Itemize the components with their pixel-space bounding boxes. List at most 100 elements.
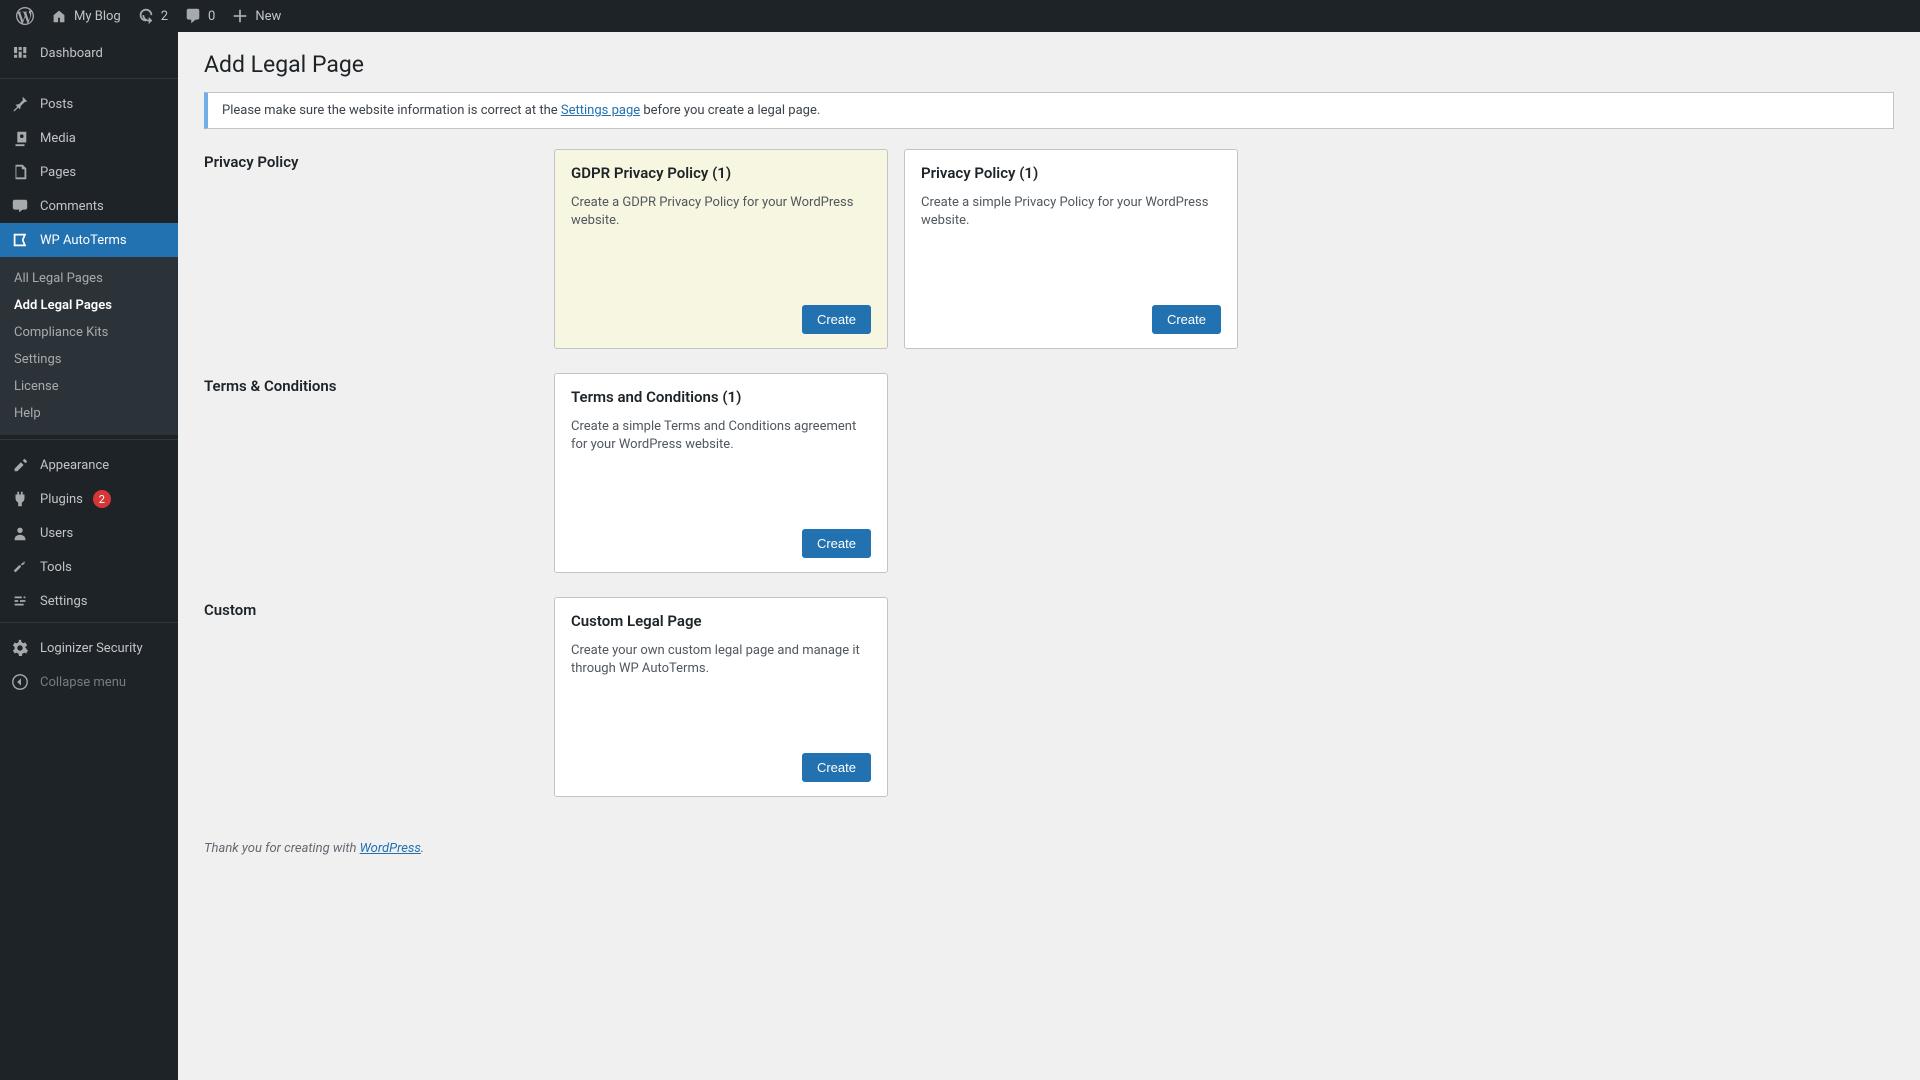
submenu-settings[interactable]: Settings (0, 346, 178, 373)
menu-pages[interactable]: Pages (0, 155, 178, 189)
collapse-icon (10, 673, 30, 691)
settings-icon (10, 592, 30, 610)
settings-page-link[interactable]: Settings page (561, 103, 640, 118)
card-description: Create a simple Privacy Policy for your … (921, 194, 1221, 289)
menu-wp-autoterms[interactable]: WP AutoTerms (0, 223, 178, 257)
card-actions: Create (571, 753, 871, 782)
submenu-add-legal[interactable]: Add Legal Pages (0, 292, 178, 319)
submenu-all-legal[interactable]: All Legal Pages (0, 265, 178, 292)
menu-users-label: Users (40, 526, 73, 541)
submenu-compliance[interactable]: Compliance Kits (0, 319, 178, 346)
card-title: Privacy Policy (1) (921, 164, 1221, 182)
comments-count: 0 (208, 9, 215, 24)
page-title: Add Legal Page (204, 42, 1894, 82)
menu-pages-label: Pages (40, 165, 76, 180)
menu-media-label: Media (40, 131, 76, 146)
admin-toolbar: My Blog 2 0 New (0, 0, 1920, 32)
legal-card: GDPR Privacy Policy (1) Create a GDPR Pri… (554, 149, 888, 349)
menu-comments[interactable]: Comments (0, 189, 178, 223)
menu-plugins[interactable]: Plugins 2 (0, 482, 178, 516)
section-label: Custom (204, 597, 554, 811)
menu-plugins-label: Plugins (40, 492, 83, 507)
menu-posts-label: Posts (40, 97, 73, 112)
card-title: Terms and Conditions (1) (571, 388, 871, 406)
pin-icon (10, 95, 30, 113)
submenu-license[interactable]: License (0, 373, 178, 400)
notice-text-post: before you create a legal page. (640, 103, 820, 118)
comments-icon (184, 7, 202, 25)
menu-comments-label: Comments (40, 199, 104, 214)
site-name-item[interactable]: My Blog (42, 0, 129, 32)
footer-pre: Thank you for creating with (204, 841, 360, 856)
comment-icon (10, 197, 30, 215)
gear-icon (10, 639, 30, 657)
new-label: New (255, 9, 281, 24)
menu-loginizer[interactable]: Loginizer Security (0, 631, 178, 665)
home-icon (50, 7, 68, 25)
create-button[interactable]: Create (802, 753, 871, 782)
new-content-item[interactable]: New (223, 0, 289, 32)
updates-item[interactable]: 2 (129, 0, 176, 32)
section-row: Privacy Policy GDPR Privacy Policy (1) Cre… (204, 149, 1894, 363)
update-icon (137, 7, 155, 25)
card-description: Create a simple Terms and Conditions agr… (571, 418, 871, 513)
menu-separator (0, 622, 178, 627)
section-label: Privacy Policy (204, 149, 554, 363)
plugins-update-badge: 2 (93, 490, 111, 508)
menu-tools[interactable]: Tools (0, 550, 178, 584)
card-actions: Create (571, 529, 871, 558)
menu-users[interactable]: Users (0, 516, 178, 550)
legal-card: Custom Legal Page Create your own custom … (554, 597, 888, 797)
section-label: Terms & Conditions (204, 373, 554, 587)
menu-media[interactable]: Media (0, 121, 178, 155)
plugins-icon (10, 490, 30, 508)
menu-appearance-label: Appearance (40, 458, 109, 473)
comments-item[interactable]: 0 (176, 0, 223, 32)
create-button[interactable]: Create (1152, 305, 1221, 334)
menu-settings-label: Settings (40, 594, 87, 609)
media-icon (10, 129, 30, 147)
dashboard-icon (10, 44, 30, 62)
card-title: GDPR Privacy Policy (1) (571, 164, 871, 182)
wordpress-link[interactable]: WordPress (360, 841, 421, 856)
card-description: Create a GDPR Privacy Policy for your Wo… (571, 194, 871, 289)
menu-loginizer-label: Loginizer Security (40, 641, 143, 656)
menu-separator (0, 78, 178, 83)
menu-dashboard-label: Dashboard (40, 46, 103, 61)
create-button[interactable]: Create (802, 529, 871, 558)
section-row: Terms & ConditionsTerms and Conditions (… (204, 373, 1894, 587)
updates-count: 2 (161, 9, 168, 24)
appearance-icon (10, 456, 30, 474)
menu-appearance[interactable]: Appearance (0, 448, 178, 482)
settings-notice: Please make sure the website information… (204, 92, 1894, 129)
plus-icon (231, 7, 249, 25)
legal-card: Privacy Policy (1) Create a simple Privac… (904, 149, 1238, 349)
tools-icon (10, 558, 30, 576)
menu-separator (0, 439, 178, 444)
footer-post: . (421, 841, 424, 856)
admin-sidebar: Dashboard Posts Media Pages Comments WP … (0, 32, 178, 1080)
menu-posts[interactable]: Posts (0, 87, 178, 121)
autoterms-icon (10, 231, 30, 249)
cards-container: Terms and Conditions (1) Create a simple … (554, 373, 1894, 573)
menu-collapse[interactable]: Collapse menu (0, 665, 178, 699)
card-actions: Create (571, 305, 871, 334)
card-description: Create your own custom legal page and ma… (571, 642, 871, 737)
wordpress-logo-item[interactable] (8, 0, 42, 32)
users-icon (10, 524, 30, 542)
content-area: Add Legal Page Please make sure the webs… (178, 0, 1920, 896)
create-button[interactable]: Create (802, 305, 871, 334)
section-row: Custom Custom Legal Page Create your own c… (204, 597, 1894, 811)
card-title: Custom Legal Page (571, 612, 871, 630)
submenu-help[interactable]: Help (0, 400, 178, 427)
card-actions: Create (921, 305, 1221, 334)
submenu-autoterms: All Legal Pages Add Legal Pages Complian… (0, 257, 178, 435)
menu-settings[interactable]: Settings (0, 584, 178, 618)
notice-text-pre: Please make sure the website information… (222, 103, 561, 118)
pages-icon (10, 163, 30, 181)
site-name-label: My Blog (74, 9, 121, 24)
footer-credit: Thank you for creating with WordPress. (204, 811, 1894, 856)
menu-collapse-label: Collapse menu (40, 675, 126, 690)
menu-dashboard[interactable]: Dashboard (0, 32, 178, 74)
cards-container: GDPR Privacy Policy (1) Create a GDPR Pri… (554, 149, 1894, 349)
